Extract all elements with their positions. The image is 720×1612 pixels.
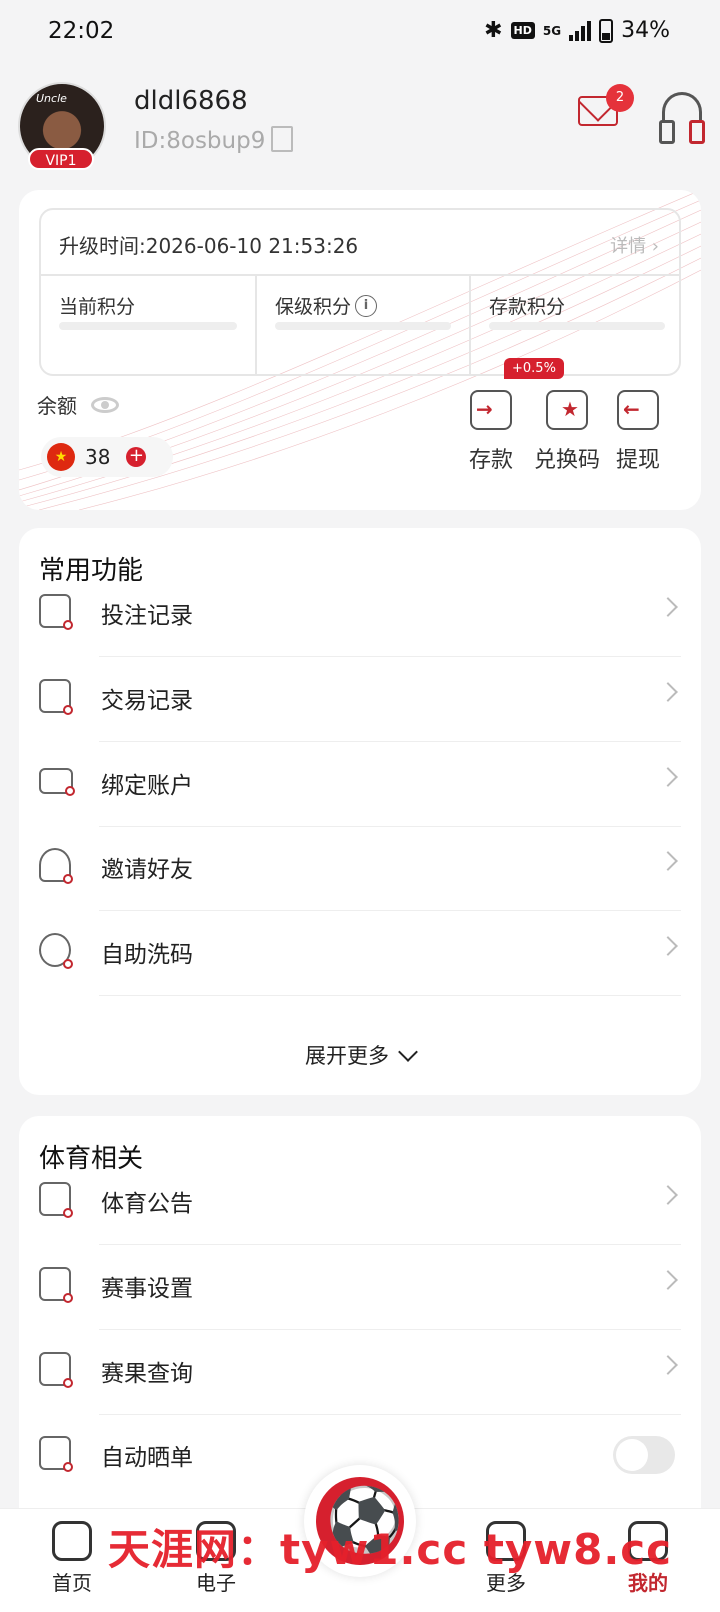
clipboard-icon [39,594,73,630]
list-item-label: 赛事设置 [101,1276,193,1302]
username: dldl6868 [134,86,248,116]
withdraw-label: 提现 [616,448,661,473]
user-id: ID:8osbup9 [134,128,266,154]
china-flag-icon: ★ [47,443,75,471]
chevron-right-icon [658,1270,678,1290]
list-item-results-query[interactable]: 赛果查询 [19,1328,701,1415]
list-item-bet-records[interactable]: 投注记录 [19,570,701,657]
edit-document-icon [39,679,73,715]
deposit-points-label: 存款积分 [489,296,566,318]
status-icons: ✱ HD 5G 34% [484,18,670,43]
bluetooth-icon: ✱ [484,18,503,43]
redeem-code-label: 兑换码 [534,448,601,473]
list-item-label: 投注记录 [101,603,193,629]
account-card: 升级时间:2026-06-10 21:53:26 详情 › 当前积分 保级积分 i… [19,190,701,510]
deposit-points: 存款积分 [469,274,683,376]
upgrade-time: 升级时间:2026-06-10 21:53:26 [59,234,359,258]
chevron-right-icon [658,936,678,956]
deposit-button[interactable]: → 存款 [469,390,513,474]
list-item-invite-friends[interactable]: 邀请好友 [19,824,701,911]
withdraw-icon: ← [617,390,659,430]
balance-value: 38 [85,445,111,469]
list-item-label: 赛果查询 [101,1361,193,1387]
add-funds-icon[interactable]: + [126,447,147,467]
retain-points: 保级积分 i [255,274,469,376]
coin-icon [39,933,73,969]
profile-header: Uncle VIP1 dldl6868 ID:8osbup9 2 [0,76,720,176]
home-icon [52,1521,92,1561]
deposit-promo-badge: +0.5% [504,358,564,379]
list-item-label: 自动晒单 [101,1445,193,1471]
expand-more-label: 展开更多 [305,1044,389,1068]
balance-pill: ★ 38 + [41,437,173,477]
avatar-text: Uncle [36,92,67,105]
chevron-right-icon [658,682,678,702]
battery-icon [599,18,614,43]
list-item-sports-announcement[interactable]: 体育公告 [19,1158,701,1245]
details-link[interactable]: 详情 › [610,232,659,258]
points-panel: 升级时间:2026-06-10 21:53:26 详情 › 当前积分 保级积分 i… [39,208,681,376]
deposit-icon: → [470,390,512,430]
list-item-transaction-records[interactable]: 交易记录 [19,655,701,742]
current-points-bar [59,322,237,330]
watermark: 天涯网：tyw1.cc tyw8.cc [108,1525,673,1574]
list-item-label: 自助洗码 [101,942,193,968]
list-item-self-rebate[interactable]: 自助洗码 [19,909,701,996]
expand-more-button[interactable]: 展开更多 [19,1040,701,1070]
chevron-right-icon [658,767,678,787]
deposit-label: 存款 [469,448,514,473]
add-user-icon [39,848,73,884]
user-id-row: ID:8osbup9 [134,126,294,154]
list-item-label: 交易记录 [101,688,193,714]
tab-label: 首页 [52,1571,92,1595]
eye-icon[interactable] [91,396,119,413]
tab-home[interactable]: 首页 [32,1521,112,1596]
auto-share-toggle[interactable] [613,1436,675,1474]
card-icon [39,768,75,796]
common-functions-card: 常用功能 投注记录 交易记录 绑定账户 邀请好友 自助洗码 展开更多 [19,528,701,1095]
retain-points-label: 保级积分 [275,296,352,318]
sliders-icon [39,1267,73,1303]
list-item-label: 绑定账户 [101,773,193,799]
chevron-right-icon [658,1355,678,1375]
signal-icon [569,20,592,41]
calendar-score-icon [39,1352,73,1388]
battery-level: 34% [621,18,670,43]
info-icon[interactable]: i [355,294,378,317]
current-points: 当前积分 [41,274,255,376]
list-item-match-settings[interactable]: 赛事设置 [19,1243,701,1330]
list-item-bind-account[interactable]: 绑定账户 [19,740,701,827]
withdraw-button[interactable]: ← 提现 [616,390,660,474]
current-points-label: 当前积分 [59,296,136,318]
chevron-right-icon [658,1185,678,1205]
chevron-right-icon [658,851,678,871]
mail-count-badge: 2 [606,84,634,112]
list-item-label: 邀请好友 [101,857,193,883]
customer-service-icon[interactable] [659,92,705,144]
chevron-down-icon [398,1042,418,1062]
hd-icon: HD [510,22,535,39]
deposit-points-bar [489,322,665,330]
copy-icon[interactable] [271,126,294,152]
ticket-icon: ★ [546,390,588,430]
balance-label: 余额 [37,394,77,418]
chevron-right-icon [658,597,678,617]
status-time: 22:02 [48,18,115,44]
document-icon [39,1436,73,1472]
announcement-icon [39,1182,73,1218]
balance-label-row: 余额 [37,390,119,419]
retain-points-bar [275,322,451,330]
network-label: 5G [542,23,562,38]
status-bar: 22:02 ✱ HD 5G 34% [0,0,720,64]
redeem-code-button[interactable]: ★ 兑换码 [534,390,600,474]
vip-badge: VIP1 [28,148,94,170]
list-item-label: 体育公告 [101,1191,193,1217]
